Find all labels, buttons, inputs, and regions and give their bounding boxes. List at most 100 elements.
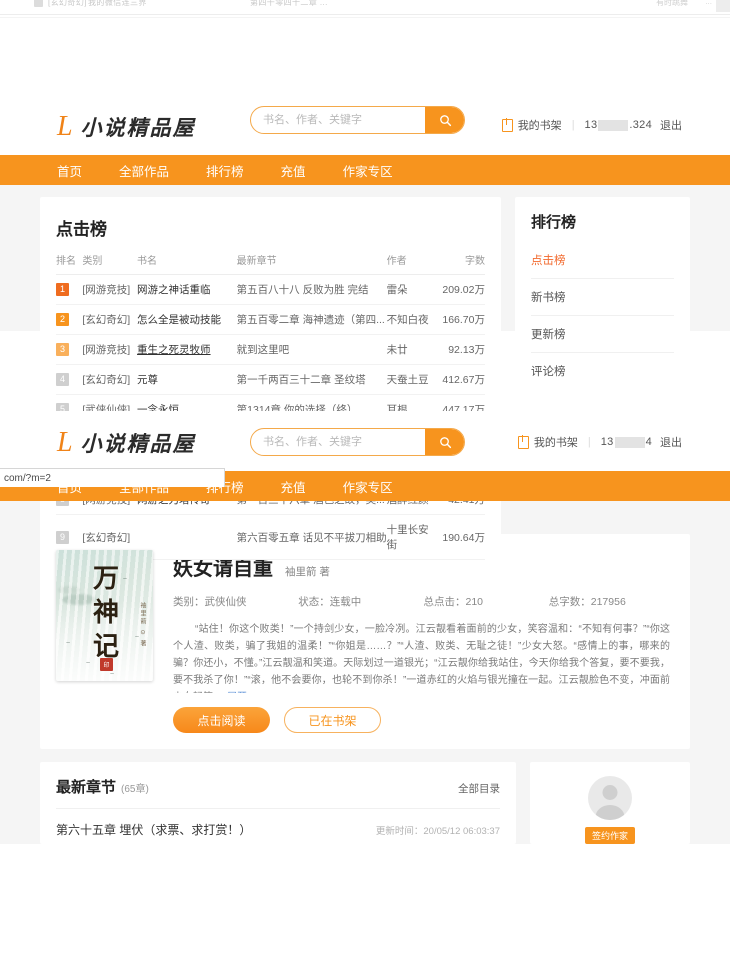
avatar-head <box>603 785 618 800</box>
chapter-count: (65章) <box>121 780 149 795</box>
book-info: 妖女请自重 袖里箭 著 类别：武侠仙侠 状态：连载中 总点击：210 总字数：2… <box>153 550 674 733</box>
scroll-corner <box>716 0 730 12</box>
cell-category: [网游竞技] <box>82 335 137 365</box>
cell-author: 不知白夜 <box>387 305 436 335</box>
logout-link-2[interactable]: 退出 <box>660 434 682 450</box>
ranking-sidebar: 排行榜 点击榜 新书榜 更新榜 评论榜 <box>515 197 690 361</box>
search-input[interactable] <box>251 108 425 132</box>
book-icon-2 <box>518 436 529 449</box>
nav-item-ranking[interactable]: 排行榜 <box>206 155 244 186</box>
rank-badge: 1 <box>56 283 69 296</box>
ranking-table: 排名 类别 书名 最新章节 作者 字数 1[网游竞技]网游之神话重临第五百八十八… <box>56 252 485 560</box>
book-link[interactable]: 怎么全是被动技能 <box>137 314 221 326</box>
cell-chapter: 第五百零二章 海神遗迹（第四... <box>237 305 387 335</box>
sidebar-item-click-rank[interactable]: 点击榜 <box>531 242 674 279</box>
meta-category: 类别：武侠仙侠 <box>173 594 298 609</box>
cell-chapter: 第一千两百三十二章 圣纹塔 <box>237 365 387 395</box>
fragment-title: 我的微信连三界 <box>88 0 147 8</box>
search-area-2 <box>250 428 465 456</box>
site-logo[interactable]: L 小说精品屋 <box>57 112 196 142</box>
nav-item-author-zone[interactable]: 作家专区 <box>343 155 393 186</box>
cover-stamp-icon: 印 <box>100 658 113 671</box>
cell-rank: 3 <box>56 335 82 365</box>
cover-bird-icon-4: ~ <box>123 576 127 583</box>
chapter-text[interactable]: 就到这里吧 <box>237 342 387 357</box>
cell-book: 网游之神话重临 <box>137 275 237 305</box>
logout-link[interactable]: 退出 <box>660 117 682 133</box>
latest-chapter-header: 最新章节 (65章) 全部目录 <box>56 776 500 809</box>
search-icon-2 <box>439 436 452 449</box>
search-button[interactable] <box>425 107 465 133</box>
logo-text-2: 小说精品屋 <box>81 428 196 458</box>
chapter-text[interactable]: 第一千两百三十二章 圣纹塔 <box>237 372 387 387</box>
ranking-layout: 点击榜 排名 类别 书名 最新章节 作者 字数 1[网游竞技]网游之神话重临第五… <box>0 197 730 560</box>
my-shelf-link[interactable]: 我的书架 <box>518 117 562 133</box>
chapter-text[interactable]: 第五百零二章 海神遗迹（第四... <box>237 312 387 327</box>
ranking-page-body: 点击榜 排名 类别 书名 最新章节 作者 字数 1[网游竞技]网游之神话重临第五… <box>0 185 730 331</box>
chapter-text[interactable]: 第五百八十八 反败为胜 完结 <box>237 282 387 297</box>
book-author: 袖里箭 著 <box>285 564 330 579</box>
cell-rank: 4 <box>56 365 82 395</box>
lower-section: 最新章节 (65章) 全部目录 第六十五章 埋伏（求票、求打赏！） 更新时间：2… <box>40 749 690 844</box>
ranking-page-title: 点击榜 <box>56 215 485 240</box>
table-row: 2[玄幻奇幻]怎么全是被动技能第五百零二章 海神遗迹（第四...不知白夜166.… <box>56 305 485 335</box>
fragment-category: [玄幻奇幻] <box>48 0 87 8</box>
cell-category: [玄幻奇幻] <box>82 305 137 335</box>
search-input-2[interactable] <box>251 430 425 454</box>
sidebar-item-comment-rank[interactable]: 评论榜 <box>531 353 674 389</box>
cell-author: 十里长安街 <box>387 515 436 560</box>
user-area-2: 我的书架 | 13 4 退出 <box>518 434 682 450</box>
expand-label: 展开 <box>227 692 247 693</box>
nav-item-all-works[interactable]: 全部作品 <box>119 155 169 186</box>
cell-book: 怎么全是被动技能 <box>137 305 237 335</box>
cell-author: 雷朵 <box>387 275 436 305</box>
col-chapter: 最新章节 <box>237 252 387 275</box>
rank-badge: 4 <box>56 373 69 386</box>
book-summary-card: 万神记 袖里箭 ⊙ 著 ~ ~ ~ ~ ~ 印 妖女请自重 袖里箭 著 类别：武… <box>40 534 690 749</box>
phone-suffix: .324 <box>629 119 652 131</box>
cover-title: 万神记 <box>84 562 128 664</box>
strip-divider-2 <box>0 17 730 18</box>
user-avatar-icon[interactable] <box>588 776 632 820</box>
chapter-row: 第六十五章 埋伏（求票、求打赏！） 更新时间：20/05/12 06:03:37 <box>56 809 500 838</box>
sidebar-item-update-rank[interactable]: 更新榜 <box>531 316 674 353</box>
nav2-item-author-zone[interactable]: 作家专区 <box>343 471 393 502</box>
book-link[interactable]: 重生之死灵牧师 <box>137 344 211 356</box>
cell-book: 重生之死灵牧师 <box>137 335 237 365</box>
site-logo-2[interactable]: L 小说精品屋 <box>57 428 196 458</box>
nav-item-recharge[interactable]: 充值 <box>281 155 306 186</box>
chapter-text[interactable]: 第六百零五章 话见不平拔刀相助 <box>237 530 387 545</box>
strip-divider <box>0 14 730 15</box>
latest-chapter-card: 最新章节 (65章) 全部目录 第六十五章 埋伏（求票、求打赏！） 更新时间：2… <box>40 762 516 844</box>
nav2-item-recharge[interactable]: 充值 <box>281 471 306 502</box>
nav-item-home[interactable]: 首页 <box>57 155 82 186</box>
book-link[interactable]: 网游之神话重临 <box>137 284 211 296</box>
cell-rank: 1 <box>56 275 82 305</box>
phone-mask-2 <box>615 437 645 448</box>
col-author: 作者 <box>387 252 436 275</box>
col-category: 类别 <box>82 252 137 275</box>
all-chapters-link[interactable]: 全部目录 <box>458 781 500 796</box>
cell-category: [网游竞技] <box>82 275 137 305</box>
sidebar-item-new-book-rank[interactable]: 新书榜 <box>531 279 674 316</box>
phone-prefix-2: 13 <box>601 436 614 448</box>
top-cutoff-strip: [玄幻奇幻] 我的微信连三界 第四千零四十二章 ... 有时跳舞 ... <box>0 0 730 18</box>
book-link[interactable]: 元尊 <box>137 374 158 386</box>
cell-words: 412.67万 <box>436 365 485 395</box>
cell-chapter: 就到这里吧 <box>237 335 387 365</box>
expand-description-button[interactable]: ⌄ 展开 <box>216 692 247 693</box>
book-cover[interactable]: 万神记 袖里箭 ⊙ 著 ~ ~ ~ ~ ~ 印 <box>56 550 153 681</box>
rank-badge: 3 <box>56 343 69 356</box>
my-shelf-link-2[interactable]: 我的书架 <box>534 434 578 450</box>
cell-chapter: 第五百八十八 反败为胜 完结 <box>237 275 387 305</box>
in-shelf-button[interactable]: 已在书架 <box>284 707 381 733</box>
read-button[interactable]: 点击阅读 <box>173 707 270 733</box>
book-detail-wrap: 万神记 袖里箭 ⊙ 著 ~ ~ ~ ~ ~ 印 妖女请自重 袖里箭 著 类别：武… <box>0 534 730 844</box>
book-meta-row: 类别：武侠仙侠 状态：连载中 总点击：210 总字数：217956 <box>173 594 674 609</box>
phone-prefix: 13 <box>585 119 598 131</box>
search-button-2[interactable] <box>425 429 465 455</box>
cell-chapter: 第六百零五章 话见不平拔刀相助 <box>237 515 387 560</box>
chapter-link[interactable]: 第六十五章 埋伏（求票、求打赏！） <box>56 821 251 838</box>
main-nav: 首页 全部作品 排行榜 充值 作家专区 <box>0 155 730 185</box>
cover-bird-icon-3: ~ <box>135 634 139 641</box>
